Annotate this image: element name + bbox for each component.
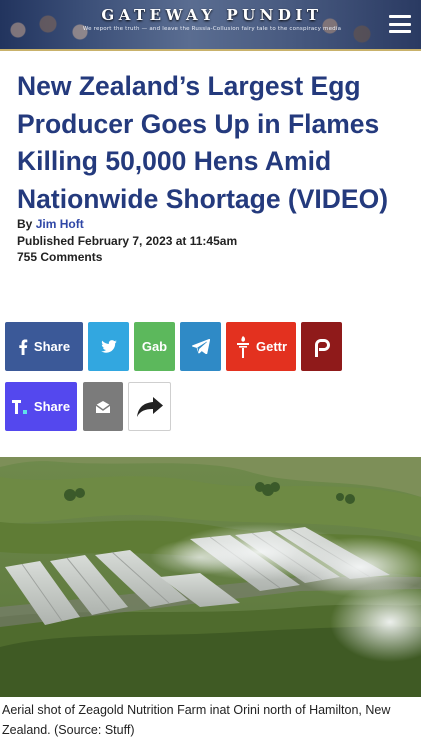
gettr-share-button[interactable]: Gettr [226,322,296,371]
truth-social-icon [11,399,28,414]
article-photo [0,457,421,697]
photo-caption: Aerial shot of Zeagold Nutrition Farm in… [2,703,391,737]
parler-share-button[interactable] [301,322,342,371]
telegram-icon [191,339,210,354]
facebook-icon [18,339,28,355]
published-label: Published [17,234,75,248]
hamburger-menu-icon[interactable] [389,15,411,33]
email-share-button[interactable] [83,382,123,431]
site-tagline: We report the truth — and leave the Russ… [82,26,342,32]
article-title: New Zealand’s Largest Egg Producer Goes … [17,71,389,214]
facebook-share-button[interactable]: Share [5,322,83,371]
gettr-icon [236,335,250,358]
published-date: February 7, 2023 at 11:45am [77,234,238,248]
site-header: GATEWAY PUNDIT We report the truth — and… [0,0,421,49]
comments-count[interactable]: 755 Comments [17,250,102,264]
parler-icon [313,337,331,357]
twitter-share-button[interactable] [88,322,129,371]
byline-label: By [17,217,33,231]
author-link[interactable]: Jim Hoft [36,217,84,231]
facebook-share-label: Share [33,339,71,354]
more-share-button[interactable] [128,382,171,431]
gab-icon: Gab [141,339,168,354]
email-icon [95,400,111,414]
telegram-share-button[interactable] [180,322,221,371]
share-arrow-icon [136,396,163,417]
twitter-icon [100,340,117,353]
site-logo[interactable]: GATEWAY PUNDIT [92,6,332,24]
truth-share-label: Share [33,399,71,414]
gab-share-button[interactable]: Gab [134,322,175,371]
truth-social-share-button[interactable]: Share [5,382,77,431]
header-divider [0,49,421,51]
published-line: Published February 7, 2023 at 11:45am [17,234,237,248]
byline: By Jim Hoft [17,217,84,231]
aerial-farm-image [0,457,421,697]
gettr-share-label: Gettr [256,339,288,354]
